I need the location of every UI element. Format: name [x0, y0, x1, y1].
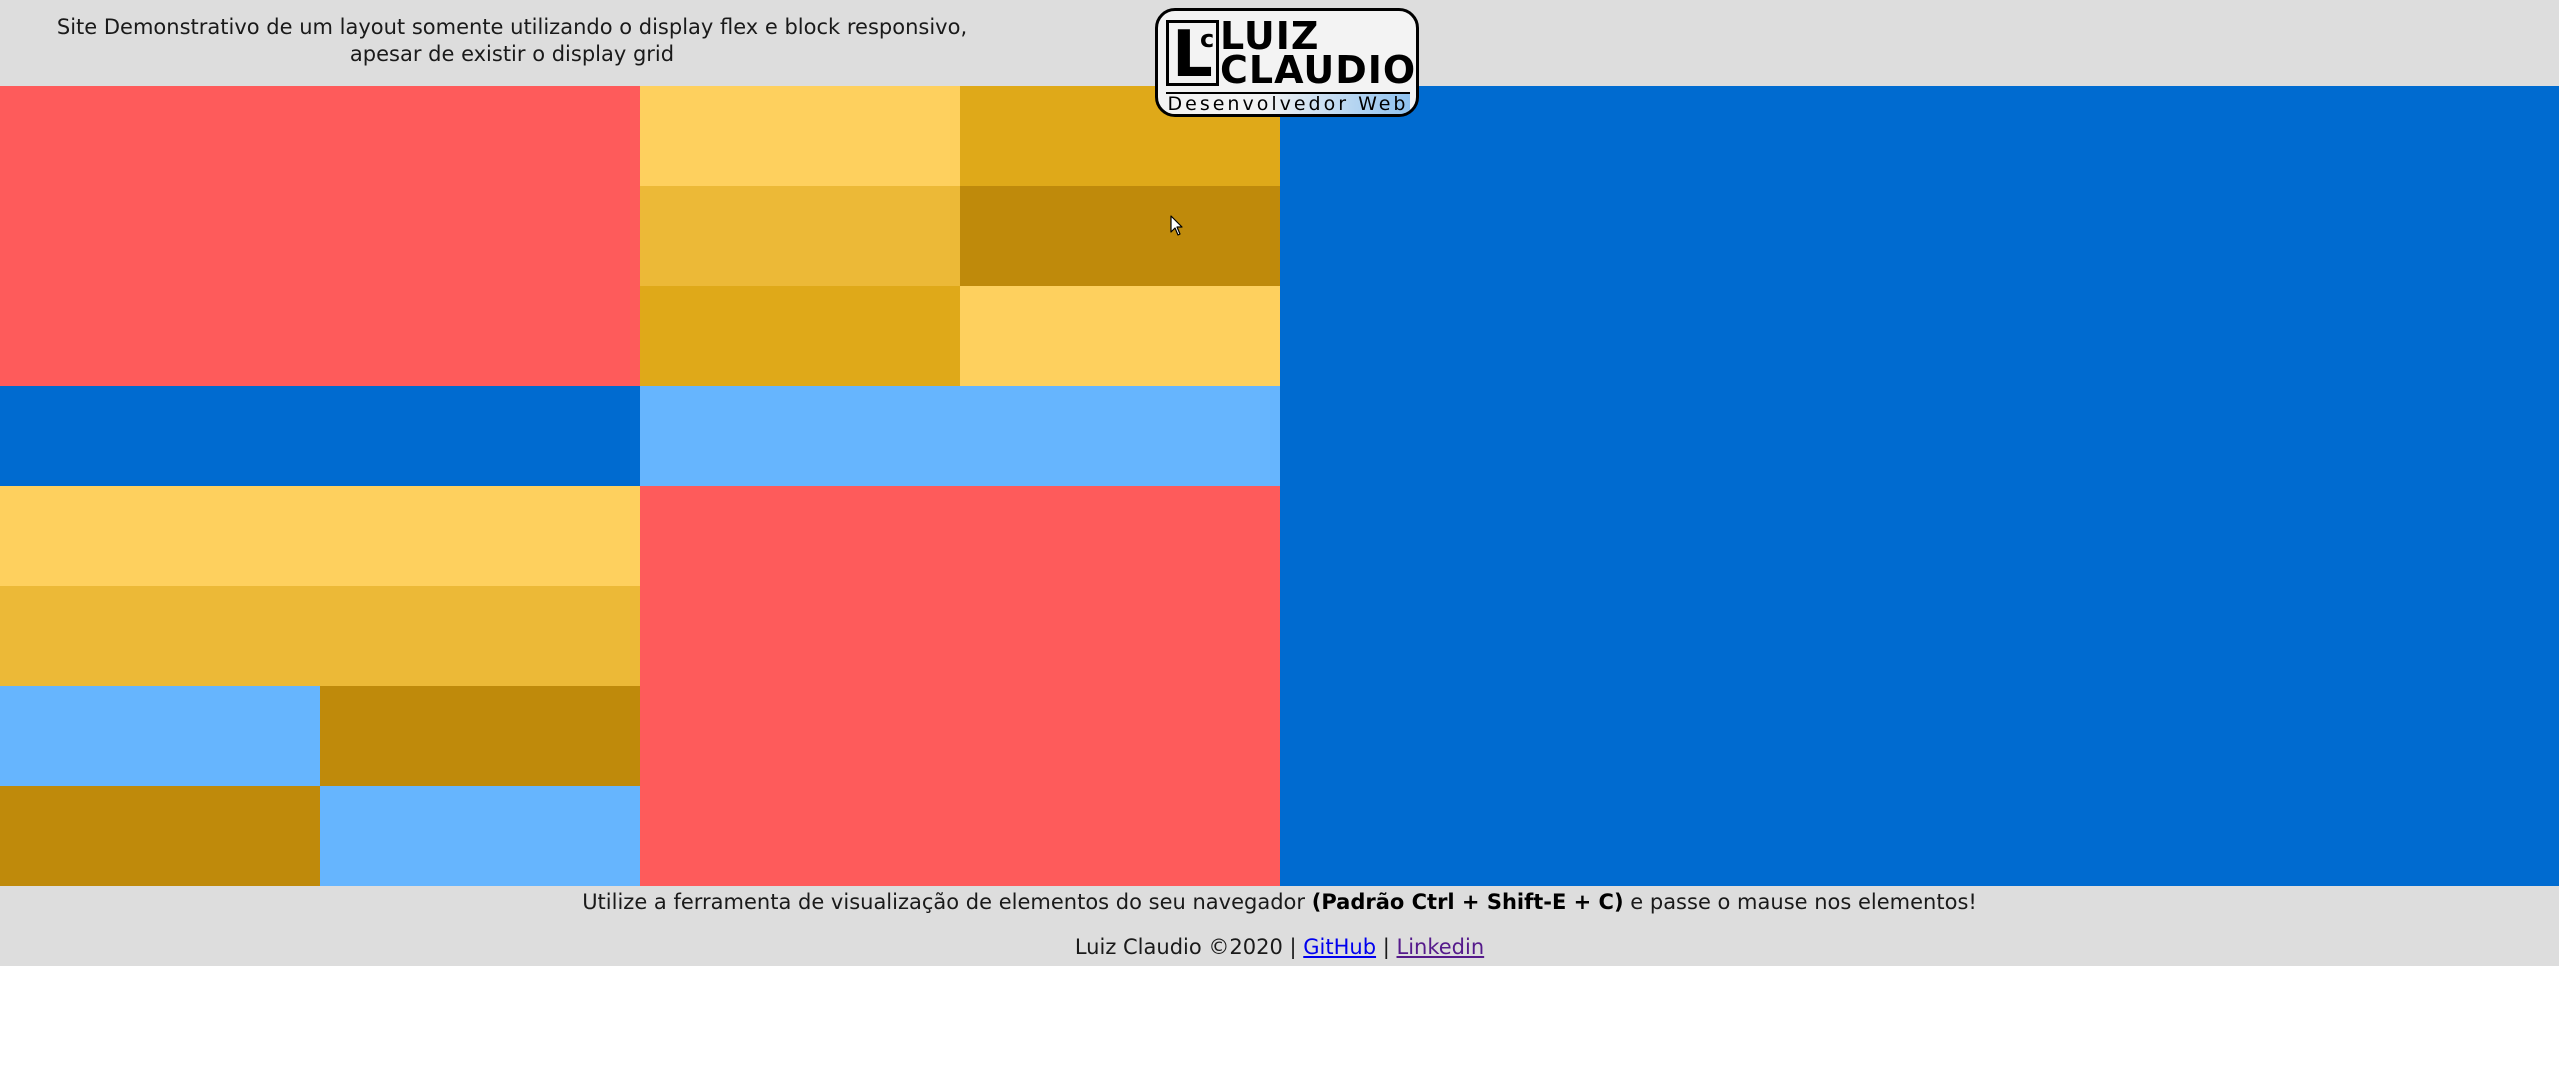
logo-monogram-small-letter: c [1200, 25, 1215, 53]
footer-tip-prefix: Utilize a ferramenta de visualização de … [582, 890, 1306, 914]
footer-tip-suffix: e passe o mause nos elementos! [1630, 890, 1977, 914]
logo-subtitle: Desenvolvedor Web [1166, 92, 1410, 115]
block-yellow-light-left [0, 486, 640, 586]
block-red-mid [640, 486, 1280, 886]
block-blue-left [0, 386, 640, 486]
block-red-top-left [0, 86, 640, 386]
footer-tip: Utilize a ferramenta de visualização de … [0, 886, 2559, 918]
github-link[interactable]: GitHub [1303, 935, 1376, 959]
block-yellow-mid-left [0, 586, 640, 686]
page-footer: Utilize a ferramenta de visualização de … [0, 886, 2559, 966]
block-gold-bottom-left-a [320, 686, 640, 786]
logo-name-last: CLAUDIO [1220, 48, 1417, 92]
block-yellow-dark-mid-b [640, 286, 960, 386]
linkedin-link[interactable]: Linkedin [1397, 935, 1485, 959]
block-gold-bottom-left-b [0, 786, 320, 886]
block-lightblue-bottom-left-a [0, 686, 320, 786]
block-blue-right [1280, 86, 2559, 886]
footer-tip-shortcut: (Padrão Ctrl + Shift-E + C) [1311, 890, 1624, 914]
site-logo[interactable]: L c LUIZ CLAUDIO Desenvolvedor Web [1155, 8, 1419, 117]
footer-credit-text: Luiz Claudio ©2020 | [1074, 935, 1297, 959]
block-yellow-light-mid-a [640, 86, 960, 186]
block-lightblue-mid [640, 386, 1280, 486]
block-lightblue-bottom-left-b [320, 786, 640, 886]
header-description: Site Demonstrativo de um layout somente … [56, 15, 968, 66]
footer-separator: | [1382, 935, 1390, 959]
mouse-cursor-icon [1170, 215, 1183, 236]
block-yellow-light-mid-b [960, 286, 1280, 386]
logo-monogram: L c [1166, 20, 1219, 87]
footer-credits: Luiz Claudio ©2020 | GitHub | Linkedin [0, 933, 2559, 961]
block-gold-mid [960, 186, 1280, 286]
block-yellow-mid-mid [640, 186, 960, 286]
